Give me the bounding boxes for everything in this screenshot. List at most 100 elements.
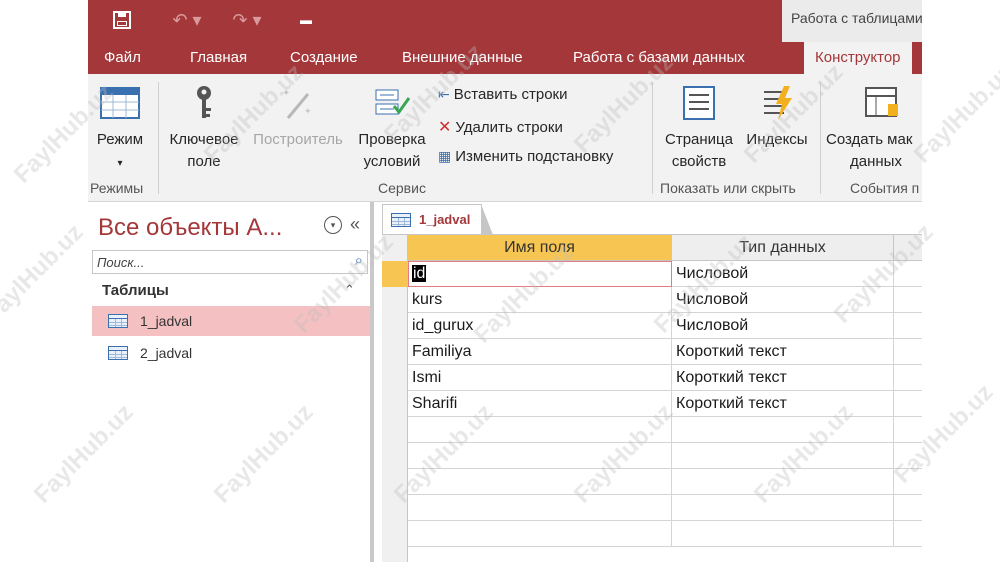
validation-rules-icon — [375, 89, 411, 115]
table-row — [408, 469, 922, 495]
data-type-cell[interactable]: Короткий текст — [672, 339, 894, 365]
description-cell[interactable] — [894, 365, 922, 391]
data-type-cell[interactable]: Числовой — [672, 261, 894, 287]
indexes-icon — [764, 86, 792, 120]
current-row-selector[interactable] — [382, 261, 408, 287]
validation-label-1: Проверка — [358, 131, 426, 148]
tab-external-data[interactable]: Внешние данные — [402, 49, 523, 66]
field-name-cell[interactable] — [408, 469, 672, 495]
field-name-cell[interactable]: Sharifi — [408, 391, 672, 417]
description-cell[interactable] — [894, 287, 922, 313]
document-tab-1-jadval[interactable]: 1_jadval — [382, 204, 493, 235]
table-row — [408, 443, 922, 469]
primary-key-label-1: Ключевое — [169, 131, 239, 148]
nav-pane-title[interactable]: Все объекты А... — [98, 214, 282, 242]
tab-home[interactable]: Главная — [190, 49, 247, 66]
description-cell[interactable] — [894, 313, 922, 339]
data-type-cell[interactable] — [672, 495, 894, 521]
test-validation-button[interactable]: Проверка условий — [352, 84, 432, 173]
tab-design[interactable]: Конструктор — [804, 42, 912, 74]
column-header-data-type[interactable]: Тип данных — [672, 235, 894, 261]
data-type-cell[interactable]: Числовой — [672, 313, 894, 339]
description-cell[interactable] — [894, 261, 922, 287]
contextual-tab-title: Работа с таблицами — [791, 10, 922, 26]
data-type-cell[interactable]: Числовой — [672, 287, 894, 313]
nav-item-2-jadval[interactable]: 2_jadval — [92, 338, 370, 368]
field-grid: Имя поля Тип данных id Числовой kurs Чис… — [382, 234, 922, 562]
column-header-description[interactable] — [894, 235, 922, 261]
indexes-button[interactable]: Индексы — [742, 84, 812, 151]
data-type-cell[interactable]: Короткий текст — [672, 391, 894, 417]
field-name-cell[interactable]: Familiya — [408, 339, 672, 365]
group-label-show-hide: Показать или скрыть — [660, 180, 796, 196]
column-header-field-name[interactable]: Имя поля — [408, 235, 672, 261]
nav-search-box: ⌕ — [92, 250, 368, 274]
delete-rows-label: Удалить строки — [455, 118, 563, 136]
nav-item-label: 1_jadval — [140, 313, 193, 329]
description-cell[interactable] — [894, 391, 922, 417]
modify-lookups-button[interactable]: ▦ Изменить подстановку — [438, 148, 613, 165]
field-name-cell[interactable]: id — [408, 261, 672, 287]
save-button[interactable] — [110, 6, 134, 34]
nav-group-tables[interactable]: Таблицы — [102, 282, 169, 299]
collapse-group-icon[interactable]: ⌃ — [344, 282, 355, 298]
field-name-cell[interactable]: id_gurux — [408, 313, 672, 339]
data-type-cell[interactable] — [672, 469, 894, 495]
data-macro-icon — [865, 87, 898, 117]
description-cell[interactable] — [894, 339, 922, 365]
customize-qat-button[interactable]: ▬ — [296, 6, 316, 34]
left-margin — [0, 0, 88, 562]
field-name-cell[interactable]: kurs — [408, 287, 672, 313]
save-icon — [113, 11, 131, 29]
svg-text:✦: ✦ — [282, 88, 290, 99]
field-name-cell[interactable] — [408, 521, 672, 547]
nav-search-input[interactable] — [93, 251, 341, 273]
collapse-pane-icon[interactable]: « — [350, 214, 360, 235]
field-name-cell[interactable]: Ismi — [408, 365, 672, 391]
table-row: id_gurux Числовой — [408, 313, 922, 339]
ribbon-tabs: Файл Главная Создание Внешние данные Раб… — [88, 42, 922, 74]
field-name-cell[interactable] — [408, 417, 672, 443]
nav-item-1-jadval[interactable]: 1_jadval — [92, 306, 370, 336]
access-window: ↶ ▾ ↷ ▾ ▬ Работа с таблицами Файл Главна… — [88, 0, 922, 562]
chevron-down-icon: ▾ — [117, 158, 123, 169]
tab-database-tools[interactable]: Работа с базами данных — [573, 49, 745, 66]
description-cell[interactable] — [894, 443, 922, 469]
view-button[interactable]: Режим ▾ — [90, 84, 150, 175]
table-icon — [108, 346, 128, 360]
table-row — [408, 417, 922, 443]
undo-button[interactable]: ↶ ▾ — [168, 6, 206, 34]
create-data-macros-button[interactable]: Создать мак данных — [826, 84, 922, 173]
insert-rows-label: Вставить строки — [453, 86, 568, 103]
property-sheet-button[interactable]: Страница свойств — [658, 84, 740, 173]
delete-rows-button[interactable]: ✕ Удалить строки — [438, 117, 563, 137]
field-name-cell[interactable] — [408, 443, 672, 469]
description-cell[interactable] — [894, 495, 922, 521]
nav-menu-dropdown-icon[interactable]: ▾ — [324, 216, 342, 234]
data-type-cell[interactable] — [672, 417, 894, 443]
table-row: Sharifi Короткий текст — [408, 391, 922, 417]
data-type-cell[interactable] — [672, 443, 894, 469]
modify-lookups-icon: ▦ — [438, 148, 452, 164]
validation-label-2: условий — [363, 153, 421, 170]
description-cell[interactable] — [894, 521, 922, 547]
description-cell[interactable] — [894, 417, 922, 443]
tab-file[interactable]: Файл — [104, 49, 141, 66]
data-type-cell[interactable] — [672, 521, 894, 547]
insert-rows-button[interactable]: ⇤ Вставить строки — [438, 86, 567, 103]
table-row — [408, 521, 922, 547]
data-type-cell[interactable]: Короткий текст — [672, 365, 894, 391]
title-bar: ↶ ▾ ↷ ▾ ▬ Работа с таблицами — [88, 0, 922, 42]
field-name-cell[interactable] — [408, 495, 672, 521]
svg-text:✦: ✦ — [304, 107, 312, 117]
description-cell[interactable] — [894, 469, 922, 495]
view-label: Режим — [96, 131, 144, 148]
tab-create[interactable]: Создание — [290, 49, 358, 66]
redo-button[interactable]: ↷ ▾ — [228, 6, 266, 34]
ribbon: Режим ▾ Режимы Ключевое поле ✦ ✦ Построи… — [88, 74, 922, 202]
search-icon[interactable]: ⌕ — [355, 252, 363, 269]
table-row: id Числовой — [408, 261, 922, 287]
document-tab-label: 1_jadval — [419, 212, 471, 227]
primary-key-button[interactable]: Ключевое поле — [162, 84, 246, 173]
builder-button[interactable]: ✦ ✦ Построитель — [248, 84, 348, 151]
